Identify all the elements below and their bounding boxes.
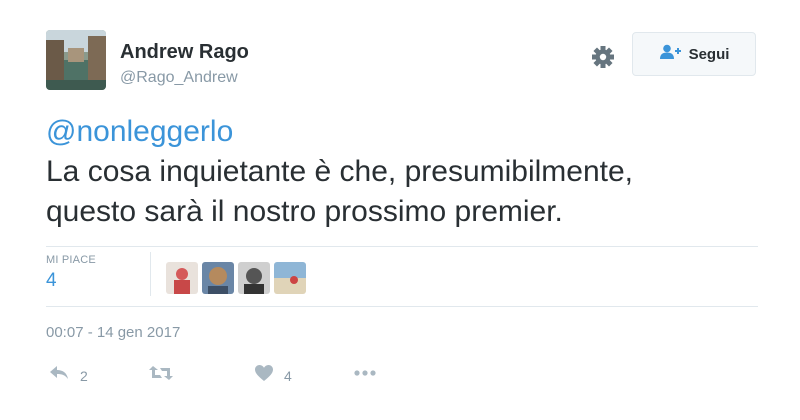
tweet-line-1: La cosa inquietante è che, presumibilmen… (46, 155, 634, 188)
more-action[interactable] (352, 364, 378, 387)
retweet-action[interactable] (148, 364, 174, 387)
more-icon (352, 364, 378, 387)
retweet-icon (148, 364, 174, 387)
likes-stat[interactable]: MI PIACE 4 (46, 254, 96, 292)
mention-link[interactable]: @nonleggerlo (46, 112, 746, 152)
user-names: Andrew Rago @Rago_Andrew (120, 40, 249, 88)
liker-avatar[interactable] (166, 262, 198, 294)
likers-avatars (166, 262, 306, 294)
user-handle[interactable]: @Rago_Andrew (120, 68, 249, 88)
reply-icon (48, 364, 70, 387)
tweet-line-2: questo sarà il nostro prossimo premier. (46, 195, 563, 228)
liker-avatar[interactable] (238, 262, 270, 294)
follow-button-label: Segui (688, 45, 730, 63)
tweet-actions: 2 4 (46, 364, 446, 390)
tweet-text: @nonleggerlo La cosa inquietante è che, … (46, 112, 746, 232)
like-action[interactable]: 4 (254, 364, 292, 387)
tweet-header: Andrew Rago @Rago_Andrew Segui (46, 30, 758, 94)
follow-button[interactable]: Segui (632, 32, 756, 76)
heart-icon (254, 364, 274, 387)
display-name[interactable]: Andrew Rago (120, 40, 249, 64)
likes-count: 4 (46, 270, 57, 291)
reply-count: 2 (80, 367, 88, 384)
tweet-timestamp[interactable]: 00:07 - 14 gen 2017 (46, 324, 180, 341)
stat-divider (150, 252, 151, 296)
liker-avatar[interactable] (202, 262, 234, 294)
add-user-icon (659, 44, 681, 65)
likes-label: MI PIACE (46, 254, 96, 266)
divider-top (46, 246, 758, 247)
reply-action[interactable]: 2 (48, 364, 88, 387)
like-count: 4 (284, 367, 292, 384)
gear-icon[interactable] (590, 44, 616, 70)
divider-bottom (46, 306, 758, 307)
avatar[interactable] (46, 30, 106, 90)
liker-avatar[interactable] (274, 262, 306, 294)
